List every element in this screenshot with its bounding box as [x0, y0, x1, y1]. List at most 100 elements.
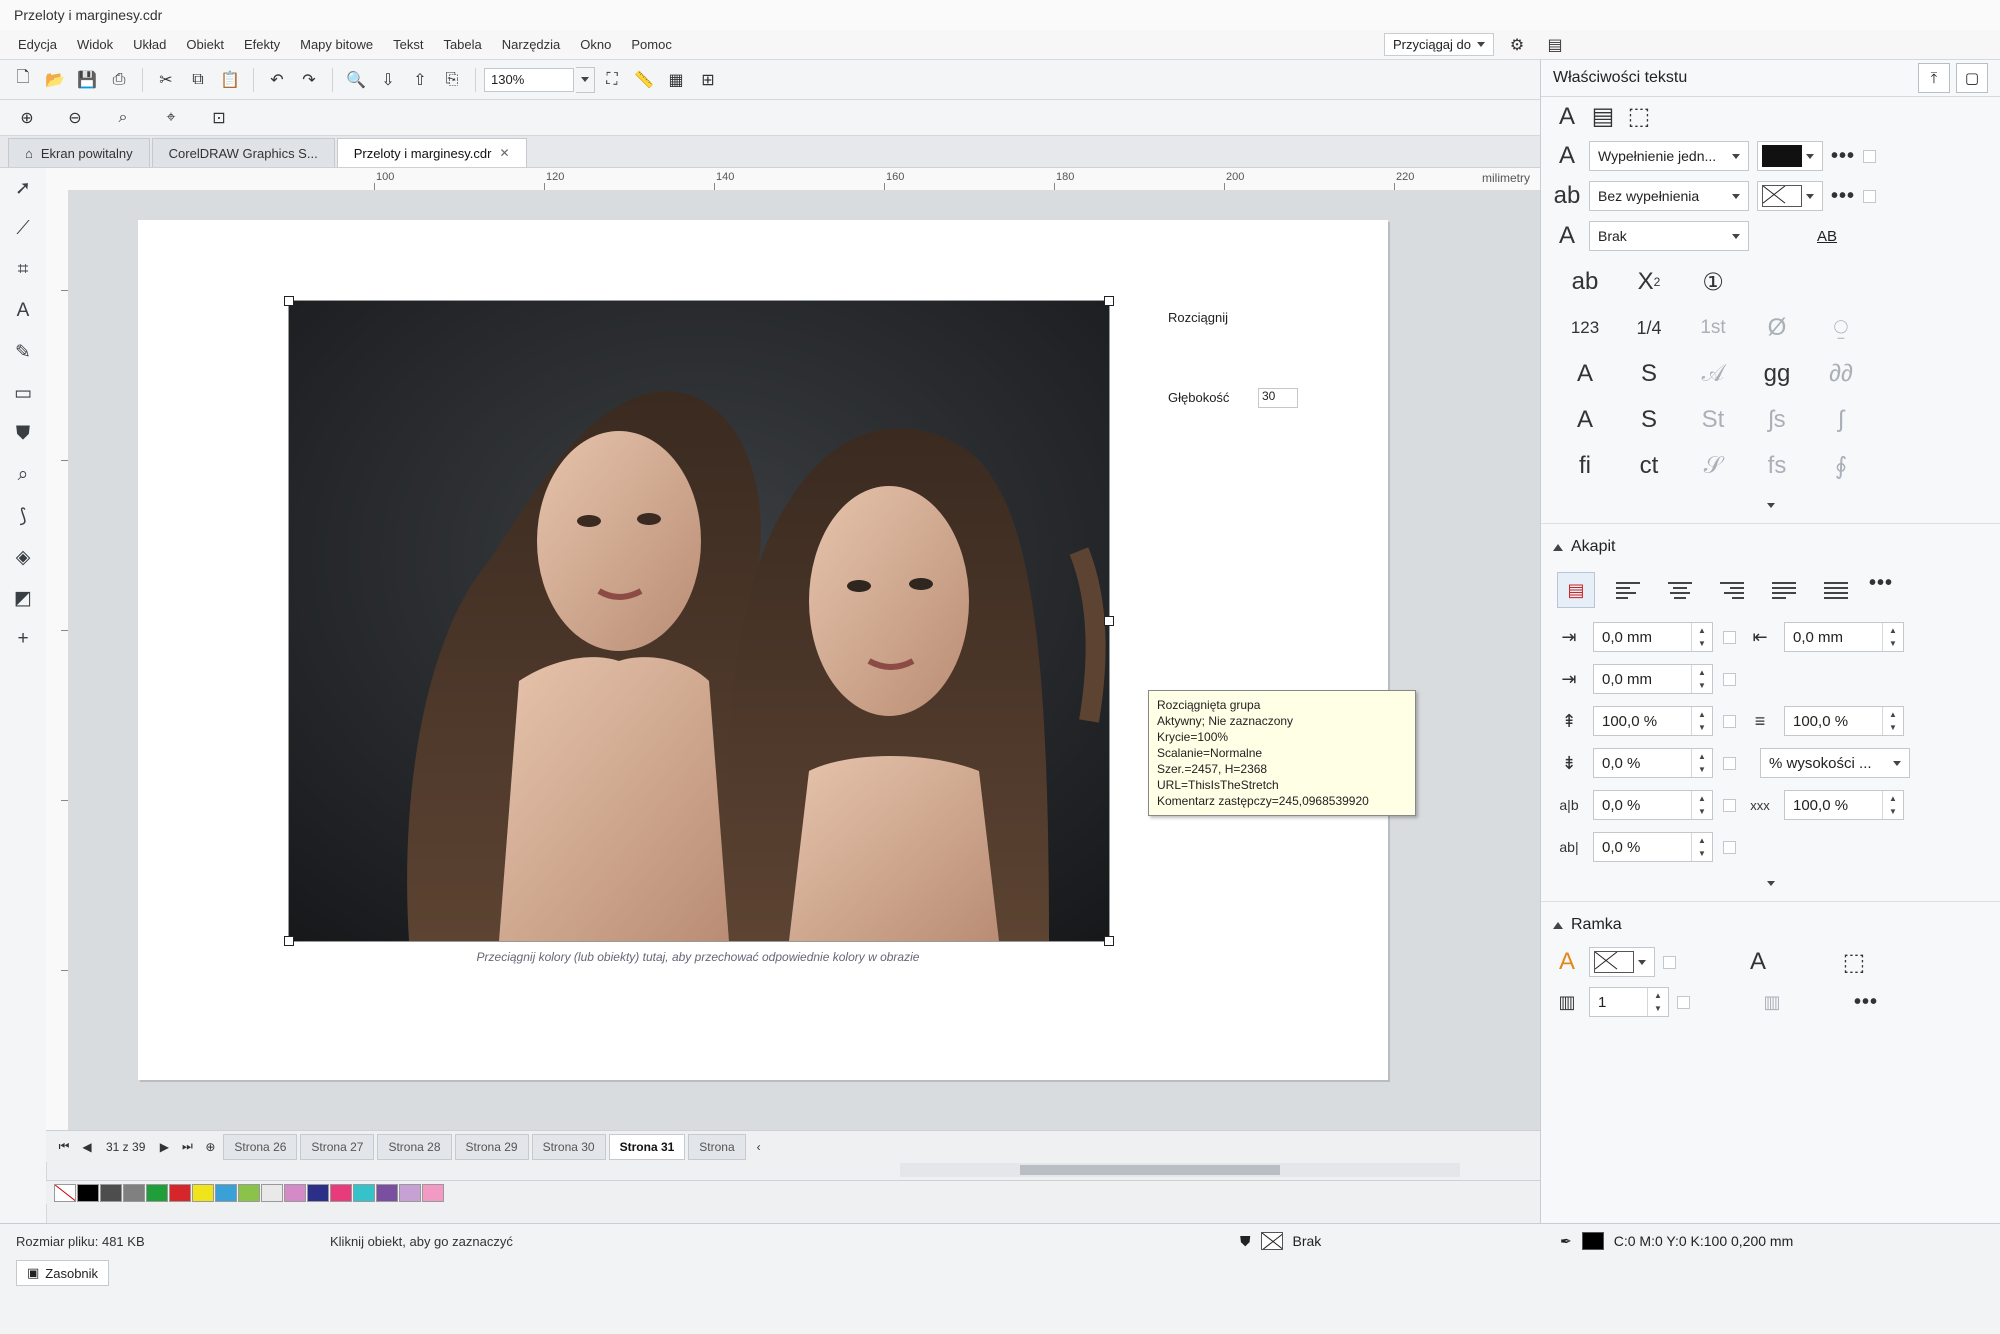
- palette-swatch[interactable]: [376, 1183, 398, 1202]
- discretionary-ligature-icon[interactable]: St: [1681, 400, 1745, 440]
- color-swatch-tool[interactable]: ◩: [0, 578, 46, 619]
- character-spacing-field[interactable]: 0,0 % ▲ ▼: [1593, 790, 1713, 820]
- columns-field[interactable]: 1 ▲ ▼: [1589, 987, 1669, 1017]
- scroll-tabs-left-button[interactable]: ‹: [749, 1136, 769, 1158]
- no-color-swatch[interactable]: [54, 1183, 76, 1202]
- indent-checkbox[interactable]: [1723, 630, 1736, 644]
- selection-handle[interactable]: [1104, 936, 1114, 946]
- space-before-field[interactable]: 100,0 % ▲ ▼: [1593, 706, 1713, 736]
- fill-type-dropdown[interactable]: Wypełnienie jedn...: [1589, 141, 1749, 171]
- zoom-all-button[interactable]: ⌖: [156, 104, 186, 132]
- background-color-picker[interactable]: [1757, 181, 1823, 211]
- palette-swatch[interactable]: [192, 1183, 214, 1202]
- ordinals-icon[interactable]: 1st: [1681, 308, 1745, 348]
- contextual-alternates-icon[interactable]: gg: [1745, 354, 1809, 394]
- menu-efekty[interactable]: Efekty: [234, 37, 290, 52]
- menu-okno[interactable]: Okno: [570, 37, 621, 52]
- right-indent-field[interactable]: 0,0 mm ▲ ▼: [1784, 622, 1904, 652]
- indent-checkbox[interactable]: [1723, 672, 1736, 686]
- enclosed-numeral-icon[interactable]: ①: [1681, 262, 1745, 302]
- more-options-icon[interactable]: •••: [1869, 572, 1893, 608]
- frame-section-header[interactable]: Ramka: [1541, 901, 2000, 942]
- column-settings-icon[interactable]: ▥: [1758, 992, 1786, 1013]
- zoom-selected-button[interactable]: ⌕: [108, 104, 138, 132]
- page-tab-29[interactable]: Strona 29: [454, 1133, 529, 1160]
- spin-arrows[interactable]: ▲ ▼: [1691, 791, 1712, 819]
- first-line-indent-field[interactable]: 0,0 mm ▲ ▼: [1593, 622, 1713, 652]
- spacing-checkbox[interactable]: [1723, 714, 1736, 728]
- standard-ligatures-icon[interactable]: fi: [1553, 446, 1617, 486]
- force-justify-button[interactable]: [1817, 572, 1855, 608]
- palette-swatch[interactable]: [307, 1183, 329, 1202]
- menu-narzedzia[interactable]: Narzędzia: [492, 37, 571, 52]
- shape-tool[interactable]: ⟋: [0, 209, 46, 250]
- paragraph-mode-icon[interactable]: ▤: [1589, 102, 1617, 131]
- selection-handle[interactable]: [284, 296, 294, 306]
- spin-arrows[interactable]: ▲ ▼: [1882, 623, 1903, 651]
- menu-tabela[interactable]: Tabela: [433, 37, 491, 52]
- add-page-button[interactable]: ⊕: [200, 1136, 220, 1158]
- page-tab-next[interactable]: Strona: [688, 1133, 746, 1160]
- depth-field[interactable]: 30: [1258, 388, 1298, 408]
- palette-swatch[interactable]: [330, 1183, 352, 1202]
- fill-status[interactable]: ⛊ Brak: [1240, 1232, 1321, 1250]
- left-indent-field[interactable]: 0,0 mm ▲ ▼: [1593, 664, 1713, 694]
- open-button[interactable]: 📂: [40, 66, 70, 94]
- swash-s-icon[interactable]: 𝒮: [1681, 446, 1745, 486]
- palette-swatch[interactable]: [123, 1183, 145, 1202]
- menu-pomoc[interactable]: Pomoc: [621, 37, 681, 52]
- palette-swatch[interactable]: [146, 1183, 168, 1202]
- ornament-icon[interactable]: ⍜: [1809, 308, 1873, 348]
- snap-to-dropdown[interactable]: Przyciągaj do: [1383, 33, 1494, 56]
- palette-swatch[interactable]: [100, 1183, 122, 1202]
- menu-mapy-bitowe[interactable]: Mapy bitowe: [290, 37, 383, 52]
- docker-options-button[interactable]: ▢: [1956, 63, 1988, 93]
- numerals-icon[interactable]: 123: [1553, 308, 1617, 348]
- stylistic-alternates-icon[interactable]: S: [1617, 400, 1681, 440]
- zoom-in-button[interactable]: ⊕: [12, 104, 42, 132]
- show-guidelines-button[interactable]: ⊞: [693, 66, 723, 94]
- zoom-page-button[interactable]: ⊡: [204, 104, 234, 132]
- slashed-zero-icon[interactable]: Ø: [1745, 308, 1809, 348]
- full-screen-button[interactable]: ⛶: [597, 66, 627, 94]
- frame-bounds-icon[interactable]: ⬚: [1840, 948, 1868, 977]
- spin-arrows[interactable]: ▲ ▼: [1882, 707, 1903, 735]
- paste-button[interactable]: 📋: [215, 66, 245, 94]
- spacing-checkbox[interactable]: [1723, 798, 1736, 812]
- text-tool[interactable]: A: [0, 291, 46, 332]
- fill-tool[interactable]: ⛊: [0, 414, 46, 455]
- prev-page-button[interactable]: ◀: [77, 1136, 97, 1158]
- vertical-alignment-icon[interactable]: A: [1744, 948, 1772, 976]
- fs-ligature-icon[interactable]: fs: [1745, 446, 1809, 486]
- palette-swatch[interactable]: [353, 1183, 375, 1202]
- drawing-canvas[interactable]: Rozciągnij Głębokość 30 Rozciągnięta gru…: [68, 190, 1540, 1130]
- options-gear-button[interactable]: ⚙: [1502, 31, 1532, 59]
- selection-handle[interactable]: [284, 936, 294, 946]
- underline-ab-icon[interactable]: ab: [1553, 262, 1617, 302]
- horizontal-scrollbar[interactable]: [900, 1163, 1460, 1177]
- character-mode-icon[interactable]: A: [1553, 103, 1581, 131]
- no-alignment-button[interactable]: ▤: [1557, 572, 1595, 608]
- spin-arrows[interactable]: ▲ ▼: [1691, 623, 1712, 651]
- redo-button[interactable]: ↷: [294, 66, 324, 94]
- spacing-checkbox[interactable]: [1723, 840, 1736, 854]
- outline-width-dropdown[interactable]: Brak: [1589, 221, 1749, 251]
- show-grid-button[interactable]: ▦: [661, 66, 691, 94]
- columns-checkbox[interactable]: [1677, 995, 1690, 1009]
- line-spacing-field[interactable]: 100,0 % ▲ ▼: [1784, 706, 1904, 736]
- menu-obiekt[interactable]: Obiekt: [176, 37, 234, 52]
- background-fill-dropdown[interactable]: Bez wypełnienia: [1589, 181, 1749, 211]
- palette-swatch[interactable]: [399, 1183, 421, 1202]
- fractions-icon[interactable]: 1/4: [1617, 308, 1681, 348]
- zoom-tool[interactable]: ⌕: [0, 455, 46, 496]
- palette-swatch[interactable]: [238, 1183, 260, 1202]
- frame-fill-checkbox[interactable]: [1663, 955, 1676, 969]
- palette-swatch[interactable]: [422, 1183, 444, 1202]
- next-page-button[interactable]: ▶: [154, 1136, 174, 1158]
- interactive-fill-tool[interactable]: ◈: [0, 537, 46, 578]
- cut-button[interactable]: ✂: [151, 66, 181, 94]
- crop-tool[interactable]: ⌗: [0, 250, 46, 291]
- scrollbar-thumb[interactable]: [1020, 1165, 1280, 1175]
- spin-arrows[interactable]: ▲ ▼: [1647, 988, 1668, 1016]
- bitmap-image[interactable]: [288, 300, 1110, 942]
